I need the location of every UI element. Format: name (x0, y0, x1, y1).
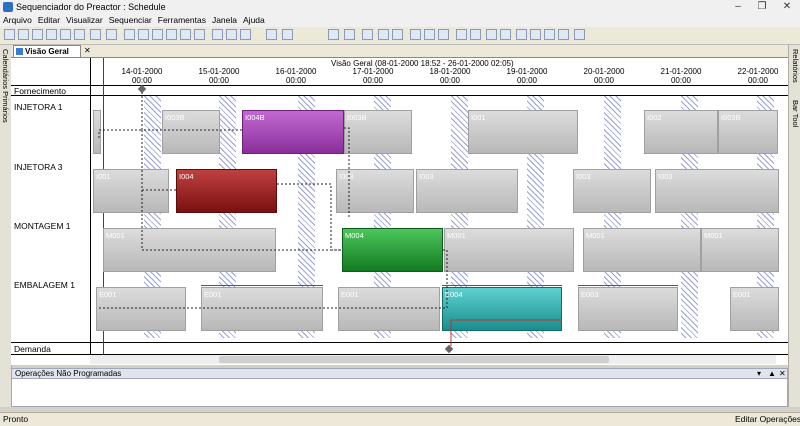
app-icon (3, 2, 13, 12)
tool-4-icon[interactable] (456, 29, 467, 40)
dependency-links (98, 92, 562, 346)
view-1-icon[interactable] (124, 29, 135, 40)
undo-icon[interactable] (90, 29, 101, 40)
right-side-panel[interactable]: Relatórios Bar Tool (788, 45, 800, 407)
panel-close-icon[interactable]: ✕ (779, 369, 786, 379)
window-icon[interactable] (212, 29, 223, 40)
restore-icon[interactable]: ❐ (750, 0, 774, 14)
calendars-tab[interactable]: Calendários Primários (1, 49, 10, 123)
copy-icon[interactable] (60, 29, 71, 40)
menu-sequenciar[interactable]: Sequenciar (106, 14, 155, 27)
tool-10-icon[interactable] (574, 29, 585, 40)
binoculars-icon[interactable] (226, 29, 237, 40)
tool-7-icon[interactable] (530, 29, 541, 40)
reports-tab[interactable]: Relatórios (791, 49, 800, 83)
menu-visualizar[interactable]: Visualizar (63, 14, 106, 27)
open-icon[interactable] (4, 29, 15, 40)
tool-3-icon[interactable] (438, 29, 449, 40)
status-right: Editar Operações (735, 414, 800, 424)
forward-icon[interactable] (344, 29, 355, 40)
toolbar (0, 27, 800, 45)
print-icon[interactable] (32, 29, 43, 40)
unscheduled-panel-header: Operações Não Programadas ▾ ▲ ✕ (11, 368, 788, 379)
save-icon[interactable] (18, 29, 29, 40)
tick-icon[interactable] (516, 29, 527, 40)
scrollbar-thumb[interactable] (219, 356, 609, 363)
minimize-icon[interactable]: – (726, 0, 750, 14)
tool-6-icon[interactable] (486, 29, 497, 40)
tool-9-icon[interactable] (558, 29, 569, 40)
close-tab-icon[interactable]: ✕ (84, 45, 91, 57)
columns-icon[interactable] (392, 29, 403, 40)
check-icon[interactable] (74, 29, 85, 40)
title-bar: Sequenciador do Preactor : Schedule – ❐ … (0, 0, 800, 15)
panel-title: Operações Não Programadas (15, 369, 122, 378)
chart-icon (16, 48, 23, 55)
view-6-icon[interactable] (194, 29, 205, 40)
link-icon[interactable] (500, 29, 511, 40)
tool-5-icon[interactable] (470, 29, 481, 40)
bar-tool-tab[interactable]: Bar Tool (791, 100, 800, 127)
view-2-icon[interactable] (138, 29, 149, 40)
menu-arquivo[interactable]: Arquivo (0, 14, 35, 27)
menu-bar: Arquivo Editar Visualizar Sequenciar Ferrame… (0, 14, 800, 27)
status-left: Pronto (3, 414, 29, 424)
unscheduled-panel-body[interactable] (11, 379, 788, 407)
view-4-icon[interactable] (166, 29, 177, 40)
help-icon[interactable] (266, 29, 277, 40)
document-icon[interactable] (282, 29, 293, 40)
menu-janela[interactable]: Janela (209, 14, 240, 27)
redo-icon[interactable] (106, 29, 117, 40)
schedule-icon[interactable] (328, 29, 339, 40)
tool-2-icon[interactable] (424, 29, 435, 40)
panel-pin-icon[interactable]: ▲ (768, 369, 776, 379)
gantt-chart[interactable]: Visão Geral (08-01-2000 18:52 - 26-01-20… (11, 58, 788, 365)
menu-ajuda[interactable]: Ajuda (240, 14, 268, 27)
text-icon[interactable] (240, 29, 251, 40)
menu-ferramentas[interactable]: Ferramentas (155, 14, 209, 27)
tab-label: Visão Geral (25, 47, 69, 56)
tab-visao-geral[interactable]: Visão Geral (13, 45, 81, 57)
preview-icon[interactable] (46, 29, 57, 40)
tool-8-icon[interactable] (544, 29, 555, 40)
window-title: Sequenciador do Preactor : Schedule (16, 2, 166, 12)
status-bar: Pronto Editar Operações (0, 412, 800, 426)
bars-icon[interactable] (378, 29, 389, 40)
tool-1-icon[interactable] (410, 29, 421, 40)
sequence-icon[interactable] (362, 29, 373, 40)
close-icon[interactable]: ✕ (775, 0, 799, 14)
panel-dropdown-icon[interactable]: ▾ (757, 369, 761, 379)
menu-editar[interactable]: Editar (35, 14, 63, 27)
view-3-icon[interactable] (152, 29, 163, 40)
view-5-icon[interactable] (180, 29, 191, 40)
document-tabs: Visão Geral ✕ (11, 45, 788, 58)
